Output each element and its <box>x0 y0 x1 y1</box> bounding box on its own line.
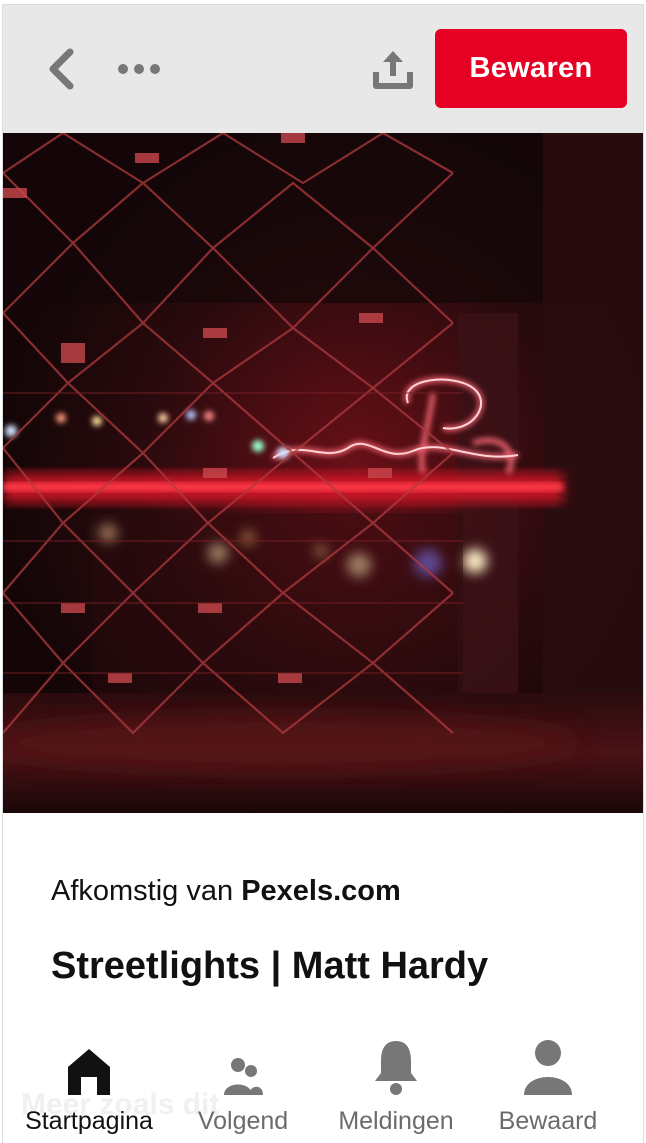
pin-source: Afkomstig van Pexels.com <box>51 875 401 908</box>
ellipsis-icon <box>118 64 160 74</box>
bottom-navigation: Startpagina Volgend Meldingen Bewaard <box>3 1035 643 1143</box>
home-icon <box>68 1049 110 1095</box>
nav-label-notifications: Meldingen <box>338 1107 454 1135</box>
save-button[interactable]: Bewaren <box>435 29 627 108</box>
nav-item-notifications[interactable]: Meldingen <box>328 1035 464 1136</box>
share-button[interactable] <box>367 43 419 95</box>
nav-item-home[interactable]: Startpagina <box>21 1035 157 1136</box>
source-link[interactable]: Pexels.com <box>241 875 401 907</box>
nav-item-following[interactable]: Volgend <box>183 1035 303 1136</box>
back-button[interactable] <box>37 41 85 97</box>
pin-title: Streetlights | Matt Hardy <box>51 945 489 987</box>
person-icon <box>524 1040 572 1095</box>
nav-label-home: Startpagina <box>25 1107 153 1135</box>
pin-image[interactable] <box>3 133 643 813</box>
pin-page: Bewaren Afkomstig van Pexels.com Streetl… <box>2 4 644 1143</box>
more-options-button[interactable] <box>111 49 167 89</box>
nav-label-following: Volgend <box>197 1107 289 1135</box>
people-icon <box>224 1058 263 1095</box>
source-prefix: Afkomstig van <box>51 875 234 907</box>
chevron-left-icon <box>49 48 74 90</box>
nav-item-saved[interactable]: Bewaard <box>488 1035 608 1136</box>
share-icon <box>373 51 413 89</box>
bell-icon <box>375 1041 417 1095</box>
nav-label-saved: Bewaard <box>498 1107 598 1135</box>
top-bar: Bewaren <box>3 5 643 133</box>
